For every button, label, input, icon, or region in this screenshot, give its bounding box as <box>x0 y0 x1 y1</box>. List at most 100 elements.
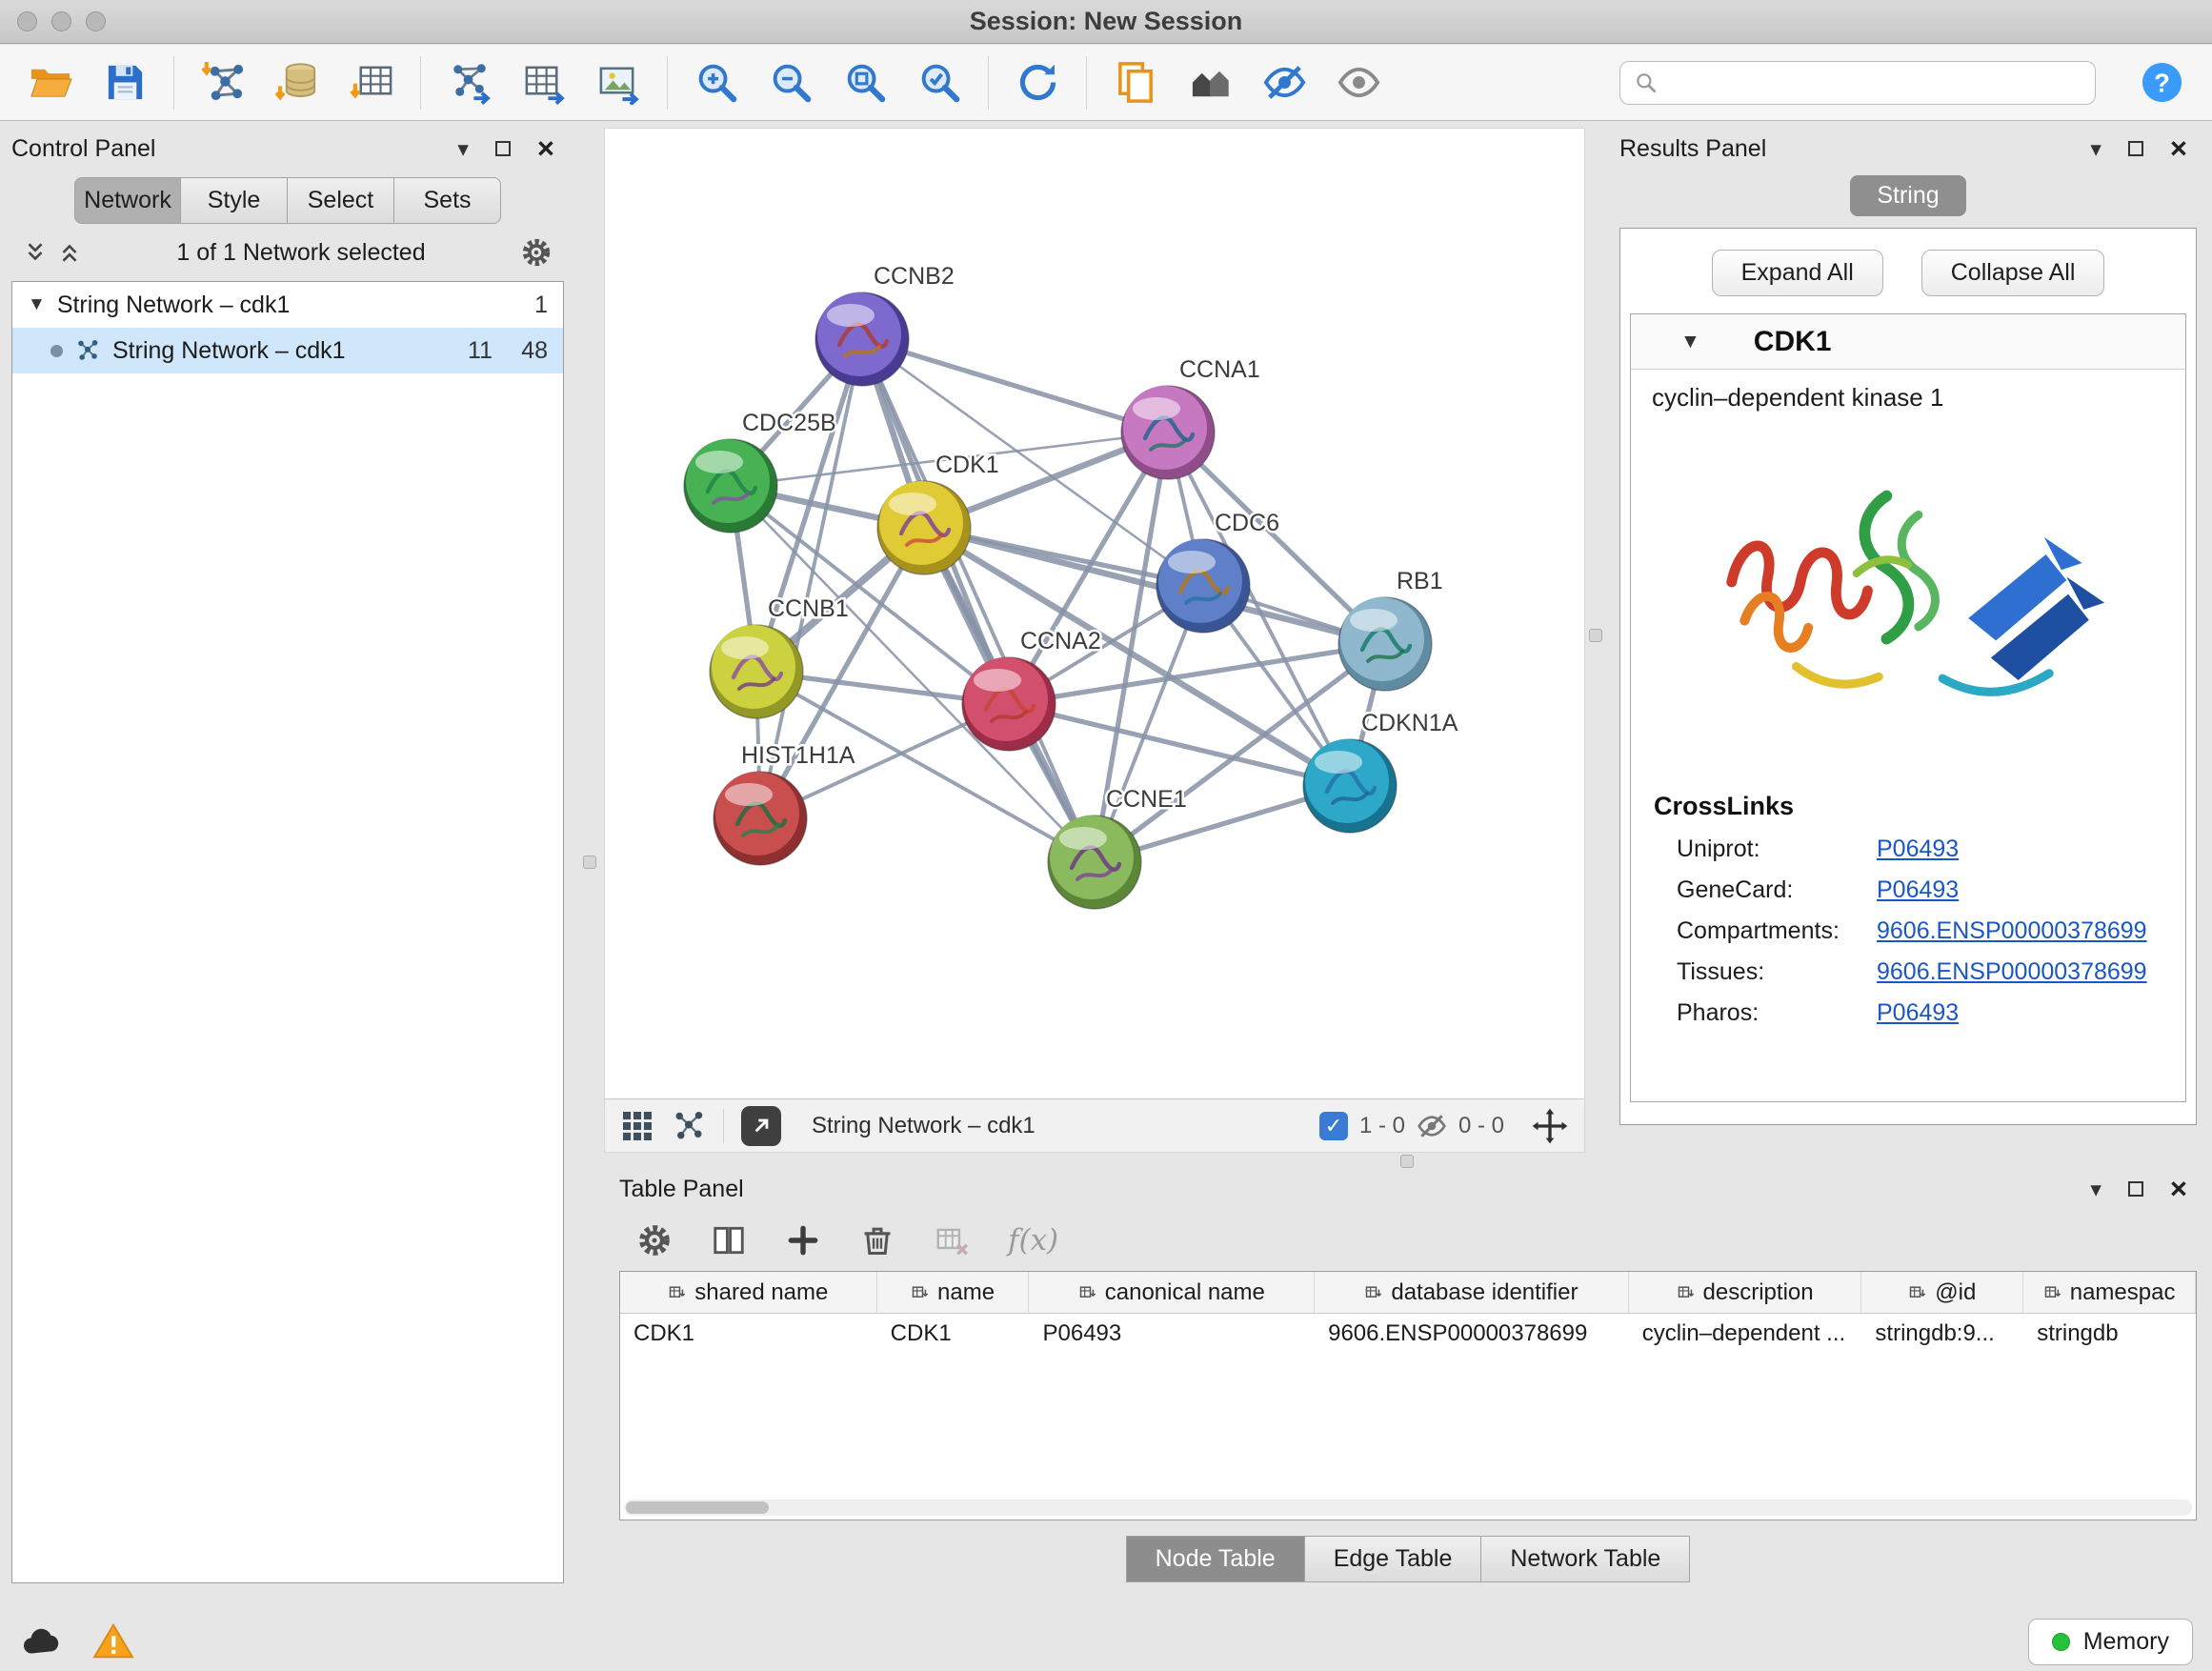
tab-edge-table[interactable]: Edge Table <box>1305 1536 1482 1582</box>
arrow-up-right-icon <box>749 1114 774 1138</box>
gear-icon[interactable] <box>520 236 553 269</box>
tab-node-table[interactable]: Node Table <box>1126 1536 1305 1582</box>
column-header-shared-name[interactable]: shared name <box>620 1272 877 1313</box>
crosslink-link[interactable]: 9606.ENSP00000378699 <box>1877 917 2147 945</box>
crosslink-link[interactable]: P06493 <box>1877 876 1959 904</box>
network-node-HIST1H1A[interactable] <box>714 772 807 865</box>
column-header--id[interactable]: @id <box>1861 1272 2023 1313</box>
minimize-window-button[interactable] <box>51 11 71 31</box>
column-header-canonical-name[interactable]: canonical name <box>1029 1272 1315 1313</box>
protein-section: ▼ CDK1 cyclin–dependent kinase 1 <box>1630 313 2186 1102</box>
crosslink-link[interactable]: P06493 <box>1877 836 1959 863</box>
export-network-icon <box>448 60 493 105</box>
network-node-CCNB1[interactable] <box>710 625 803 718</box>
network-node-CCNA2[interactable] <box>962 657 1056 751</box>
panel-float-icon[interactable] <box>495 141 511 156</box>
left-splitter-handle[interactable] <box>583 856 596 869</box>
column-header-namespac[interactable]: namespac <box>2023 1272 2196 1313</box>
show-all-button[interactable] <box>1333 57 1384 109</box>
network-row[interactable]: String Network – cdk1 11 48 <box>12 328 563 373</box>
protein-section-header[interactable]: ▼ CDK1 <box>1631 314 2185 370</box>
open-session-button[interactable] <box>25 57 76 109</box>
eye-icon <box>1337 60 1381 105</box>
panel-float-icon[interactable] <box>2128 141 2143 156</box>
crosslink-link[interactable]: 9606.ENSP00000378699 <box>1877 958 2147 986</box>
search-icon <box>1634 70 1659 95</box>
expand-all-button[interactable]: Expand All <box>1712 250 1883 296</box>
import-network-icon <box>201 60 246 105</box>
pan-crosshair-icon[interactable] <box>1531 1107 1569 1145</box>
table-gear-icon[interactable] <box>636 1222 673 1258</box>
table-cell: stringdb <box>2023 1320 2196 1347</box>
network-node-CDC6[interactable] <box>1156 539 1250 633</box>
network-node-RB1[interactable] <box>1338 597 1432 691</box>
zoom-selected-button[interactable] <box>914 57 965 109</box>
close-window-button[interactable] <box>17 11 37 31</box>
selected-checkbox[interactable]: ✓ <box>1319 1112 1348 1140</box>
export-image-button[interactable] <box>593 57 644 109</box>
external-link-button[interactable] <box>741 1106 781 1146</box>
tab-sets[interactable]: Sets <box>394 177 501 224</box>
hide-selected-button[interactable] <box>1258 57 1310 109</box>
help-button[interactable]: ? <box>2136 57 2187 109</box>
vertical-splitter-handle[interactable] <box>1589 629 1602 642</box>
panel-float-icon[interactable] <box>2128 1181 2143 1197</box>
network-node-CDK1[interactable] <box>877 481 971 574</box>
save-session-button[interactable] <box>99 57 151 109</box>
network-node-CDC25B[interactable] <box>684 439 777 533</box>
tab-network-table[interactable]: Network Table <box>1481 1536 1690 1582</box>
panel-menu-icon[interactable]: ▾ <box>457 136 469 162</box>
show-columns-icon[interactable] <box>711 1222 747 1258</box>
cloud-button[interactable] <box>19 1620 63 1663</box>
collapse-section-icon[interactable]: ▼ <box>1680 331 1700 353</box>
column-header-description[interactable]: description <box>1629 1272 1862 1313</box>
network-node-CCNE1[interactable] <box>1048 815 1141 909</box>
chevrons-up-icon[interactable] <box>57 240 82 265</box>
chevrons-down-icon[interactable] <box>23 240 48 265</box>
network-node-CDKN1A[interactable] <box>1303 739 1397 833</box>
column-header-database-identifier[interactable]: database identifier <box>1315 1272 1629 1313</box>
search-input[interactable] <box>1668 69 2081 96</box>
scrollbar-thumb[interactable] <box>626 1501 769 1514</box>
zoom-window-button[interactable] <box>86 11 106 31</box>
control-panel-title: Control Panel <box>11 135 155 163</box>
tab-string[interactable]: String <box>1850 175 1965 216</box>
tree-expand-icon[interactable]: ▼ <box>28 294 46 315</box>
panel-menu-icon[interactable]: ▾ <box>2090 1177 2101 1202</box>
tab-select[interactable]: Select <box>288 177 394 224</box>
network-collection-row[interactable]: ▼ String Network – cdk1 1 <box>12 282 563 328</box>
network-canvas[interactable]: CCNB2CCNA1CDC25BCDK1CDC6RB1CCNB1CCNA2CDK… <box>605 129 1584 1098</box>
horizontal-splitter-handle[interactable] <box>1400 1155 1414 1168</box>
panel-menu-icon[interactable]: ▾ <box>2090 136 2101 162</box>
collapse-all-button[interactable]: Collapse All <box>1921 250 2105 296</box>
export-table-button[interactable] <box>518 57 570 109</box>
panel-close-icon[interactable]: × <box>2170 141 2187 156</box>
apply-layout-button[interactable] <box>1012 57 1063 109</box>
warning-button[interactable] <box>91 1620 135 1663</box>
birdseye-grid-icon[interactable] <box>620 1109 654 1143</box>
crosslink-link[interactable]: P06493 <box>1877 999 1959 1027</box>
column-header-name[interactable]: name <box>877 1272 1030 1313</box>
import-network-database-button[interactable] <box>271 57 323 109</box>
zoom-fit-button[interactable] <box>839 57 891 109</box>
home-views-button[interactable] <box>1184 57 1236 109</box>
panel-close-icon[interactable]: × <box>2170 1181 2187 1197</box>
zoom-out-button[interactable] <box>765 57 816 109</box>
tab-network[interactable]: Network <box>74 177 181 224</box>
panel-close-icon[interactable]: × <box>537 141 554 156</box>
copy-document-button[interactable] <box>1110 57 1161 109</box>
delete-column-icon[interactable] <box>859 1222 895 1258</box>
table-row[interactable]: CDK1CDK1P064939606.ENSP00000378699cyclin… <box>620 1314 2196 1354</box>
table-toolbar: f(x) <box>619 1210 2197 1271</box>
zoom-in-button[interactable] <box>691 57 742 109</box>
string-network-icon[interactable] <box>672 1109 706 1143</box>
add-column-icon[interactable] <box>785 1222 821 1258</box>
import-network-file-button[interactable] <box>197 57 249 109</box>
tab-style[interactable]: Style <box>181 177 288 224</box>
export-network-button[interactable] <box>444 57 495 109</box>
toolbar-search[interactable] <box>1619 61 2096 105</box>
import-table-button[interactable] <box>346 57 397 109</box>
network-node-CCNB2[interactable] <box>815 292 909 386</box>
memory-button[interactable]: Memory <box>2028 1619 2193 1665</box>
network-node-CCNA1[interactable] <box>1121 386 1215 479</box>
